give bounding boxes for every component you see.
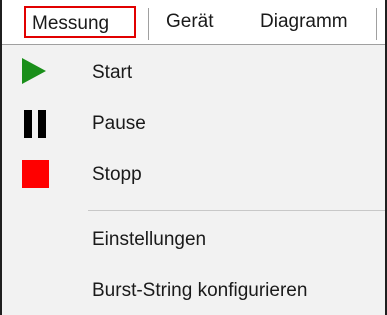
menu-item-label: Burst-String konfigurieren	[92, 280, 308, 301]
menu-item-label: Einstellungen	[92, 229, 207, 250]
menu-item-label: Start	[92, 62, 133, 83]
menu-item-burst-string[interactable]: Burst-String konfigurieren	[2, 268, 385, 314]
stop-icon	[22, 160, 49, 188]
messung-dropdown-menu: Start Pause Stopp Einstellungen Burst-St…	[2, 45, 385, 315]
menu-divider	[88, 210, 385, 211]
menu-separator-right	[376, 8, 377, 40]
menu-item-label: Pause	[92, 113, 146, 134]
menu-separator	[148, 8, 149, 40]
play-icon	[22, 58, 46, 84]
menu-geraet[interactable]: Gerät	[166, 6, 214, 38]
menu-diagramm[interactable]: Diagramm	[260, 6, 348, 38]
menu-item-stopp[interactable]: Stopp	[2, 152, 385, 198]
menu-bar: Messung Gerät Diagramm	[2, 0, 385, 45]
menu-item-label: Stopp	[92, 164, 142, 185]
pause-icon	[24, 110, 46, 138]
menu-item-einstellungen[interactable]: Einstellungen	[2, 217, 385, 263]
menu-item-start[interactable]: Start	[2, 50, 385, 96]
menu-item-pause[interactable]: Pause	[2, 101, 385, 147]
menu-messung[interactable]: Messung	[24, 6, 136, 38]
